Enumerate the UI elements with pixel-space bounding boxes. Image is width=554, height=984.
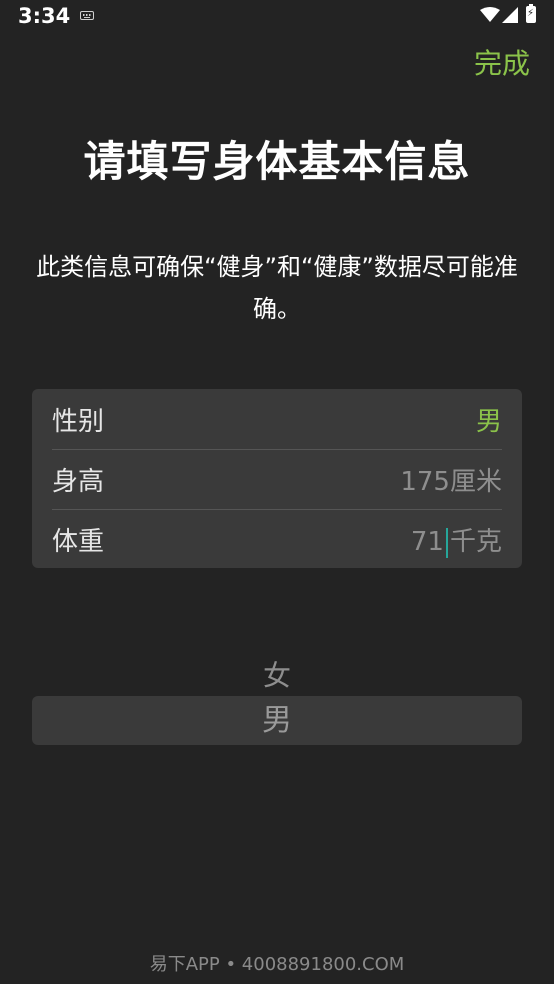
watermark: 易下APP • 4008891800.COM — [149, 954, 405, 975]
wifi-icon — [480, 7, 500, 22]
body-info-card: 性别 男 身高 175厘米 体重 71 千克 — [32, 389, 522, 568]
picker-selection-highlight[interactable]: 男 — [32, 696, 522, 745]
height-unit: 厘米 — [449, 467, 502, 497]
weight-number: 71 — [410, 527, 444, 557]
picker-option-female[interactable]: 女 — [0, 654, 554, 694]
weight-row[interactable]: 体重 71 千克 — [52, 509, 502, 569]
gender-row[interactable]: 性别 男 — [52, 389, 502, 449]
done-button[interactable]: 完成 — [474, 42, 530, 82]
height-value: 175厘米 — [400, 461, 502, 498]
status-time: 3:34 — [18, 4, 71, 28]
page-title: 请填写身体基本信息 — [83, 137, 471, 186]
battery-charging-icon — [526, 4, 536, 23]
signal-icon — [502, 7, 518, 23]
gender-value: 男 — [475, 406, 502, 437]
weight-label: 体重 — [52, 527, 105, 557]
height-label: 身高 — [52, 467, 105, 497]
picker-option-male[interactable]: 男 — [32, 696, 522, 745]
keyboard-icon — [80, 11, 94, 20]
gender-label: 性别 — [52, 406, 105, 437]
text-cursor — [445, 527, 448, 558]
height-number: 175 — [400, 467, 450, 497]
height-row[interactable]: 身高 175厘米 — [52, 449, 502, 509]
status-bar: 3:34 — [0, 0, 554, 34]
weight-unit: 千克 — [449, 527, 502, 557]
body-info-screen: 3:34 完成 请填写身体基本信息 此类信息可确保“健身”和“健康”数据尽可能准… — [0, 0, 554, 984]
weight-value: 71 千克 — [411, 521, 502, 558]
page-description: 此类信息可确保“健身”和“健康”数据尽可能准确。 — [36, 253, 518, 323]
